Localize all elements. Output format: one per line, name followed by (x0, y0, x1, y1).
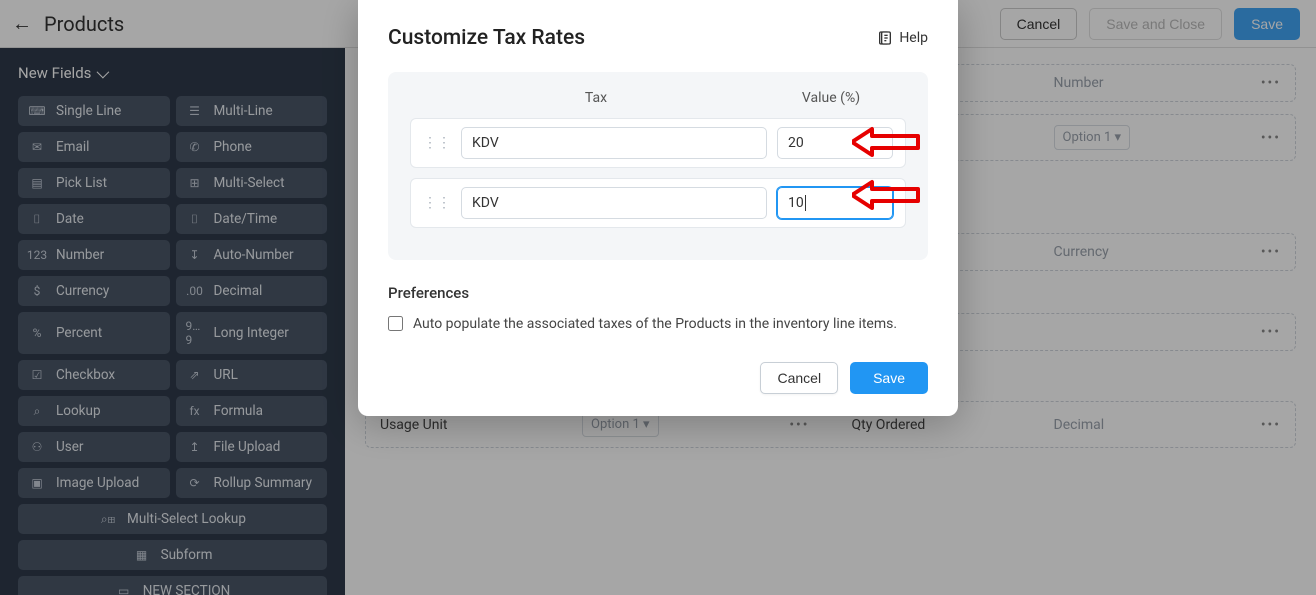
auto-populate-label: Auto populate the associated taxes of th… (413, 314, 897, 334)
tax-row: ⋮⋮ (410, 118, 906, 168)
help-link[interactable]: Help (877, 30, 928, 46)
tax-name-input[interactable] (461, 187, 767, 219)
tax-value-input[interactable]: 10 (777, 187, 893, 219)
auto-populate-checkbox[interactable] (388, 316, 403, 331)
drag-handle-icon[interactable]: ⋮⋮ (423, 195, 451, 211)
help-icon (877, 30, 893, 46)
col-value-header: Value (%) (756, 90, 906, 106)
preferences-heading: Preferences (388, 284, 928, 302)
help-label: Help (899, 30, 928, 46)
tax-name-input[interactable] (461, 127, 767, 159)
tax-table: Tax Value (%) ⋮⋮ ⋮⋮ 10 (388, 72, 928, 260)
customize-tax-rates-modal: Customize Tax Rates Help Tax Value (%) ⋮… (358, 0, 958, 416)
tax-value-input[interactable] (777, 127, 893, 159)
modal-title: Customize Tax Rates (388, 26, 585, 50)
col-tax-header: Tax (436, 90, 756, 106)
modal-save-button[interactable]: Save (850, 362, 928, 394)
drag-handle-icon[interactable]: ⋮⋮ (423, 135, 451, 151)
tax-row: ⋮⋮ 10 (410, 178, 906, 228)
modal-cancel-button[interactable]: Cancel (760, 362, 838, 394)
